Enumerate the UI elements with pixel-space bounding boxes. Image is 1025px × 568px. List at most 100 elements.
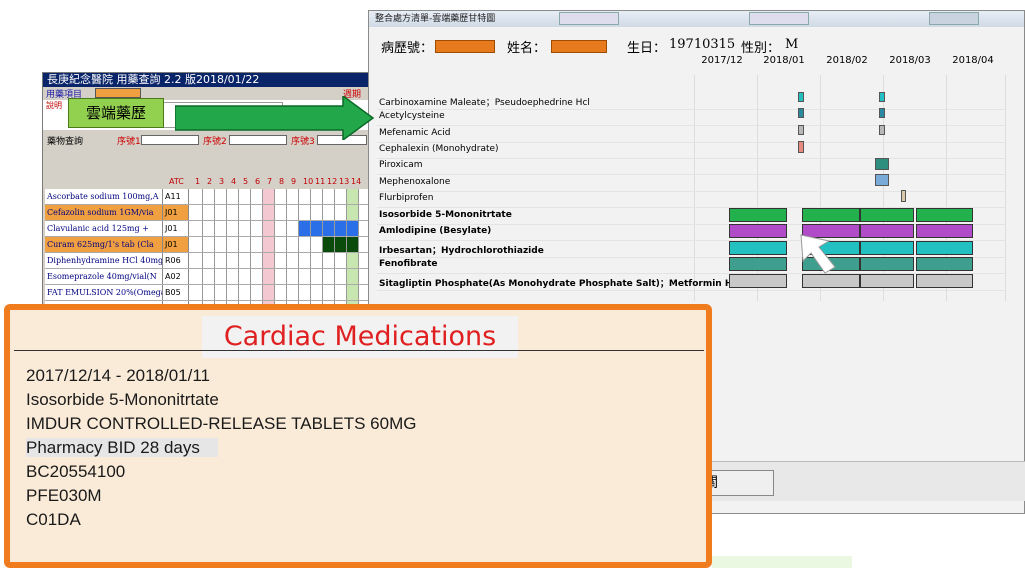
medication-bar[interactable] xyxy=(729,257,787,271)
dose-mark[interactable] xyxy=(875,158,889,170)
dose-mark[interactable] xyxy=(875,174,889,186)
legacy-grid-cell xyxy=(287,189,299,204)
legacy-grid-cell xyxy=(275,221,287,236)
dose-mark[interactable] xyxy=(879,108,885,118)
legacy-grid-cell xyxy=(287,205,299,220)
medication-bar[interactable] xyxy=(916,224,973,238)
dose-mark[interactable] xyxy=(798,125,804,135)
bar-divider xyxy=(859,208,861,222)
medication-bar[interactable] xyxy=(729,224,787,238)
legacy-grid-row[interactable]: Clavulanic acid 125mg + J01 xyxy=(45,221,371,237)
dob-value: 19710315 xyxy=(669,37,736,52)
legacy-grid-cell xyxy=(191,221,203,236)
legacy-grid-cell xyxy=(239,221,251,236)
legacy-grid-cell xyxy=(239,205,251,220)
popup-dosing: Pharmacy BID 28 days xyxy=(26,438,218,458)
dose-mark[interactable] xyxy=(798,92,804,102)
legacy-grid-cell xyxy=(335,269,347,284)
legacy-grid-cell xyxy=(323,205,335,220)
medication-bar[interactable] xyxy=(916,241,973,255)
close-button[interactable] xyxy=(929,12,979,25)
legacy-grid-body: Ascorbate sodium 100mg,A A11 Cefazolin sod… xyxy=(45,189,371,311)
legacy-grid-row[interactable]: Esomeprazole 40mg/vial(N A02 xyxy=(45,269,371,285)
legacy-col-number: 3 xyxy=(219,177,225,186)
legacy-grid-cell xyxy=(347,269,359,284)
medication-bar[interactable] xyxy=(916,274,973,288)
drug-name-label: Irbesartan；Hydrochlorothiazide xyxy=(379,246,544,256)
legacy-grid-cell xyxy=(263,285,275,300)
dose-mark[interactable] xyxy=(901,190,906,202)
legacy-atc-header: ATC xyxy=(169,177,184,186)
legacy-grid-header: ATC 1 2 3 4 5 6 7 8 9 10 11 12 13 14 xyxy=(45,177,371,189)
legacy-grid-cell xyxy=(215,285,227,300)
month-label: 2018/04 xyxy=(952,55,994,66)
legacy-grid-row[interactable]: Ascorbate sodium 100mg,A A11 xyxy=(45,189,371,205)
legacy-grid-cell xyxy=(299,221,311,236)
legacy-grid-cell xyxy=(203,285,215,300)
legacy-grid-cell xyxy=(335,237,347,252)
legacy-grid-cell xyxy=(275,189,287,204)
legacy-grid-row[interactable]: Curam 625mg/1's tab (Cla J01 xyxy=(45,237,371,253)
dose-mark[interactable] xyxy=(879,92,885,102)
legacy-note-label: 說明 xyxy=(46,101,62,110)
legacy-grid-cell xyxy=(311,285,323,300)
bar-divider xyxy=(859,274,861,288)
popup-date-range: 2017/12/14 - 2018/01/11 xyxy=(26,366,211,385)
legacy-col-number: 4 xyxy=(231,177,237,186)
legacy-grid-cell xyxy=(191,237,203,252)
legacy-grid-row[interactable]: Cefazolin sodium 1GM/via J01 xyxy=(45,205,371,221)
medication-bar[interactable] xyxy=(729,241,787,255)
legacy-col-number: 12 xyxy=(327,177,338,186)
medication-bar[interactable] xyxy=(802,208,914,222)
medication-bar[interactable] xyxy=(729,208,787,222)
legacy-grid-cell xyxy=(263,237,275,252)
legacy-grid-cell xyxy=(227,285,239,300)
drug-name-label: Sitagliptin Phosphate(As Monohydrate Pho… xyxy=(379,279,741,289)
minimize-button[interactable] xyxy=(559,12,619,25)
dose-mark[interactable] xyxy=(879,125,885,135)
dose-mark[interactable] xyxy=(798,141,804,153)
dose-mark[interactable] xyxy=(798,108,804,118)
legacy-grid-cell xyxy=(263,269,275,284)
legacy-grid-cell xyxy=(215,205,227,220)
medication-bar[interactable] xyxy=(916,257,973,271)
medication-bar[interactable] xyxy=(729,274,787,288)
drug-name-label: Isosorbide 5-Mononitrtate xyxy=(379,210,512,220)
gantt-row-line xyxy=(377,125,1005,126)
legacy-grid-cell xyxy=(275,205,287,220)
cloud-window-title: 整合處方清單-雲端藥歷甘特圖 xyxy=(375,14,496,24)
legacy-grid-cell xyxy=(251,189,263,204)
legacy-grid-cell xyxy=(299,253,311,268)
legacy-grid-cell xyxy=(275,269,287,284)
legacy-grid-cell xyxy=(323,269,335,284)
medication-bar[interactable] xyxy=(916,208,973,222)
legacy-grid-cell xyxy=(227,269,239,284)
legacy-grid-cell xyxy=(299,205,311,220)
legacy-col-number: 1 xyxy=(195,177,201,186)
legacy-drug-atc: A11 xyxy=(163,189,189,204)
legacy-grid-cell xyxy=(239,253,251,268)
legacy-col-number: 10 xyxy=(303,177,314,186)
legacy-grid-cell xyxy=(311,205,323,220)
gantt-row-line xyxy=(377,191,1005,192)
legacy-grid-cell xyxy=(347,285,359,300)
legacy-grid-cell xyxy=(323,285,335,300)
legacy-grid-cell xyxy=(299,237,311,252)
cloud-history-label: 雲端藥歷 xyxy=(68,98,164,128)
legacy-grid-cell xyxy=(275,237,287,252)
legacy-grid-cell xyxy=(227,189,239,204)
legacy-grid-row[interactable]: FAT EMULSION 20%(Omega-3 B05 xyxy=(45,285,371,301)
legacy-grid-cell xyxy=(227,237,239,252)
legacy-grid-cell xyxy=(203,253,215,268)
legacy-col-number: 5 xyxy=(243,177,249,186)
legacy-grid-cell xyxy=(191,189,203,204)
maximize-button[interactable] xyxy=(749,12,809,25)
legacy-grid-cell xyxy=(203,269,215,284)
gantt-row-line xyxy=(377,290,1005,291)
legacy-grid-cell xyxy=(215,221,227,236)
legacy-grid-cell xyxy=(275,285,287,300)
legacy-grid-row[interactable]: Diphenhydramine HCl 40mg R06 xyxy=(45,253,371,269)
legacy-grid-cell xyxy=(251,253,263,268)
legacy-grid-cell xyxy=(299,269,311,284)
legacy-drug-name: Ascorbate sodium 100mg,A xyxy=(45,189,163,204)
